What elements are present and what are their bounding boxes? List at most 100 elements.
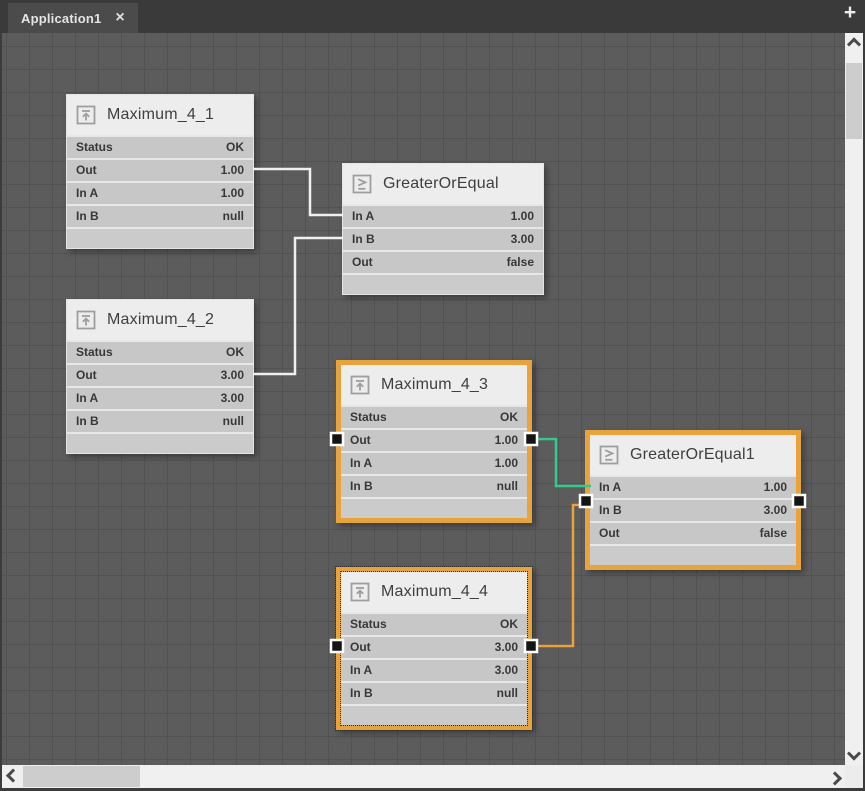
row-value: 3.00 [495,660,518,681]
node-footer [343,273,543,294]
scroll-right-button[interactable] [824,765,845,788]
scroll-up-button[interactable] [845,33,863,53]
row-value: null [223,206,244,227]
node-title: Maximum_4_4 [381,583,488,601]
row-label: Out [350,430,371,451]
row-value: 3.00 [221,388,244,409]
chevron-left-icon [5,768,19,782]
row-label: Status [350,614,387,635]
node-footer [67,227,253,248]
row-label: Out [599,523,620,544]
node-header: Maximum_4_3 [341,365,527,405]
row-value: OK [226,137,244,158]
row-value: 1.00 [495,430,518,451]
row-value: false [507,252,534,273]
vertical-scrollbar[interactable] [845,33,863,765]
row-value: 1.00 [221,183,244,204]
row-label: Out [350,637,371,658]
add-tab-button[interactable]: + [839,1,861,25]
chevron-down-icon [847,747,861,761]
node-row[interactable]: StatusOK [67,135,253,158]
row-value: null [497,683,518,704]
node-row[interactable]: StatusOK [341,405,527,428]
node-title: Maximum_4_1 [107,106,214,124]
row-label: In B [599,500,622,521]
row-value: OK [500,614,518,635]
chevron-right-icon [827,771,841,785]
node-title: Maximum_4_3 [381,376,488,394]
row-value: 3.00 [511,229,534,250]
row-value: false [760,523,787,544]
node-row[interactable]: In B 3.00 [590,498,796,521]
node-footer [590,544,796,565]
node-row[interactable]: Out false [590,521,796,544]
node-title: GreaterOrEqual [383,175,499,193]
row-value: 3.00 [495,637,518,658]
node-footer [341,704,527,725]
node-row[interactable]: In A 1.00 [343,204,543,227]
node-header: Maximum_4_2 [67,300,253,340]
horizontal-scrollbar[interactable] [2,765,845,788]
node-row[interactable]: Out 3.00 [341,635,527,658]
node-maximum-4-3[interactable]: Maximum_4_3 StatusOK Out 1.00 In A1.00 In… [336,360,532,523]
row-label: Status [76,342,113,363]
node-header: GreaterOrEqual [343,164,543,204]
chevron-up-icon [847,37,861,51]
node-row[interactable]: In A1.00 [341,451,527,474]
node-row[interactable]: Out 3.00 [67,363,253,386]
node-maximum-4-2[interactable]: Maximum_4_2 Status OK Out 3.00 In A 3.00 In… [66,299,254,454]
node-maximum-4-4[interactable]: Maximum_4_4 Status OK Out 3.00 In A 3.00 In… [336,567,532,730]
node-row[interactable]: Out 1.00 [341,428,527,451]
node-row[interactable]: Status OK [67,340,253,363]
maximum-icon [350,375,370,395]
node-row[interactable]: In B null [67,204,253,227]
node-row[interactable]: In Bnull [67,409,253,432]
node-row[interactable]: In A 3.00 [67,386,253,409]
scrollbar-corner [845,765,863,788]
row-label: In A [76,183,98,204]
row-label: Out [76,160,97,181]
row-value: null [223,411,244,432]
maximum-icon [350,582,370,602]
node-title: Maximum_4_2 [107,311,214,329]
row-label: In A [350,453,372,474]
node-footer [341,497,527,518]
row-label: Out [352,252,373,273]
node-row[interactable]: In Bnull [341,474,527,497]
node-title: GreaterOrEqual1 [630,446,755,464]
row-label: In A [350,660,372,681]
tab-application1[interactable]: Application1 × [8,3,138,33]
node-header: GreaterOrEqual1 [590,435,796,475]
row-value: 1.00 [511,206,534,227]
tab-close-icon[interactable]: × [115,10,124,26]
node-row[interactable]: Out1.00 [67,158,253,181]
maximum-icon [76,105,96,125]
scroll-down-button[interactable] [845,745,863,765]
node-row[interactable]: In A1.00 [590,475,796,498]
row-label: In A [76,388,98,409]
scroll-left-button[interactable] [2,765,23,788]
node-row[interactable]: In B 3.00 [343,227,543,250]
vertical-scrollbar-thumb[interactable] [846,63,862,139]
greater-or-equal-icon [599,445,619,465]
row-value: 3.00 [221,365,244,386]
row-label: In A [352,206,374,227]
row-label: In B [352,229,375,250]
row-label: In B [350,683,373,704]
node-row[interactable]: In A 1.00 [67,181,253,204]
node-row[interactable]: In B null [341,681,527,704]
node-row[interactable]: Status OK [341,612,527,635]
node-row[interactable]: In A 3.00 [341,658,527,681]
node-maximum-4-1[interactable]: Maximum_4_1 StatusOK Out1.00 In A 1.00 In… [66,94,254,249]
row-label: In B [76,206,99,227]
row-value: 3.00 [764,500,787,521]
greater-or-equal-icon [352,174,372,194]
node-footer [67,432,253,453]
node-greaterorequal1[interactable]: GreaterOrEqual1 In A1.00 In B 3.00 Out fal… [585,430,801,570]
horizontal-scrollbar-thumb[interactable] [23,766,140,787]
row-value: OK [226,342,244,363]
node-greaterorequal[interactable]: GreaterOrEqual In A 1.00 In B 3.00 Out fals… [342,163,544,295]
tab-label: Application1 [21,11,101,26]
node-row[interactable]: Out false [343,250,543,273]
row-label: Out [76,365,97,386]
